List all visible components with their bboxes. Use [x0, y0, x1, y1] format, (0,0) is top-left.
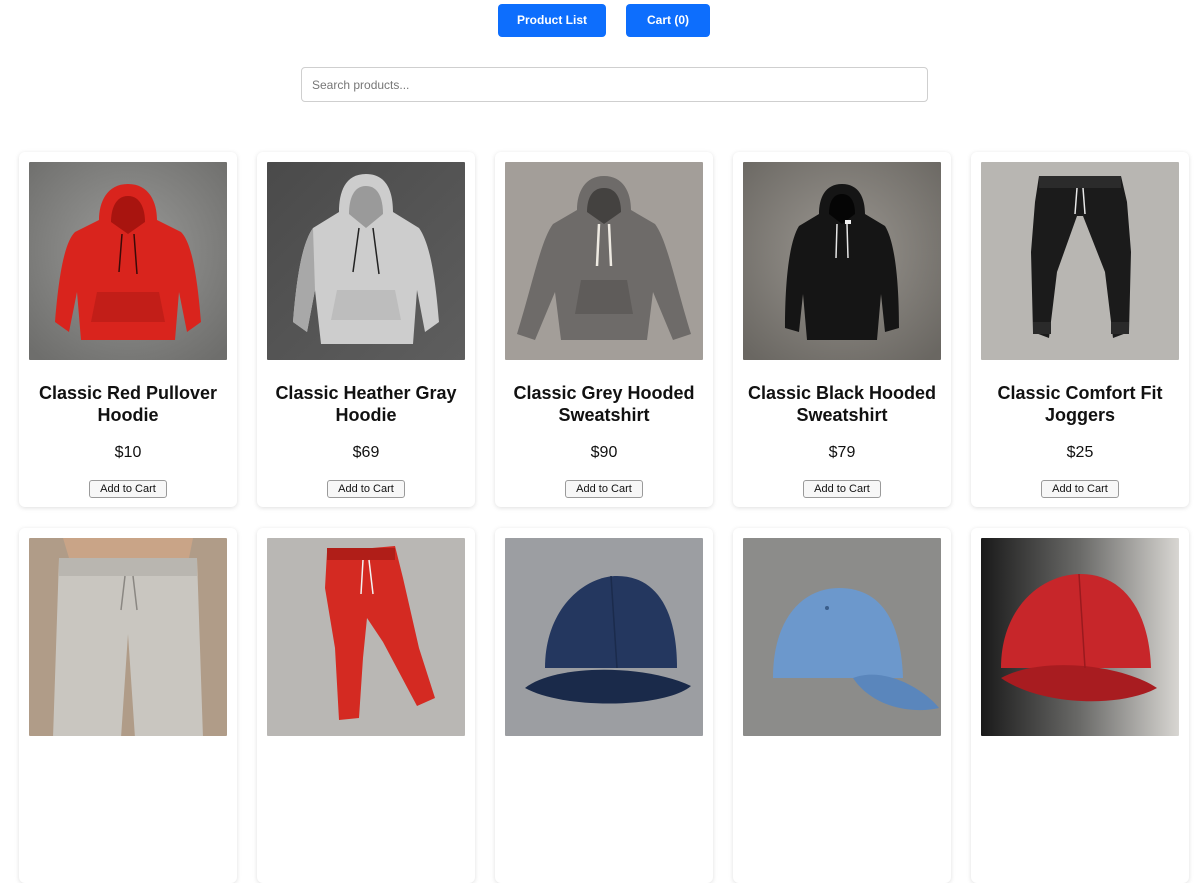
product-price: $90 — [590, 444, 618, 461]
product-price: $25 — [1066, 444, 1094, 461]
grey-sweatshirt-image[interactable] — [505, 162, 703, 360]
add-to-cart-button[interactable]: Add to Cart — [565, 480, 643, 498]
product-price: $10 — [114, 444, 142, 461]
navy-cap-image[interactable] — [505, 538, 703, 736]
search-input[interactable] — [301, 67, 928, 102]
product-card — [257, 528, 475, 883]
product-card: Classic Black Hooded Sweatshirt $79 Add … — [733, 152, 951, 507]
gray-sweatpants-image[interactable] — [29, 538, 227, 736]
product-price: $79 — [828, 444, 856, 461]
product-card: Classic Red Pullover Hoodie $10 Add to C… — [19, 152, 237, 507]
product-list-button[interactable]: Product List — [498, 4, 606, 37]
red-joggers-image[interactable] — [267, 538, 465, 736]
black-joggers-image[interactable] — [981, 162, 1179, 360]
product-card: Classic Grey Hooded Sweatshirt $90 Add t… — [495, 152, 713, 507]
light-blue-cap-image[interactable] — [743, 538, 941, 736]
black-sweatshirt-image[interactable] — [743, 162, 941, 360]
product-name: Classic Comfort Fit Joggers — [997, 383, 1163, 425]
add-to-cart-button[interactable]: Add to Cart — [89, 480, 167, 498]
red-cap-image[interactable] — [981, 538, 1179, 736]
product-name: Classic Black Hooded Sweatshirt — [747, 383, 937, 425]
product-name: Classic Heather Gray Hoodie — [275, 383, 457, 425]
product-card — [495, 528, 713, 883]
product-card — [733, 528, 951, 883]
product-card — [971, 528, 1189, 883]
red-hoodie-image[interactable] — [29, 162, 227, 360]
add-to-cart-button[interactable]: Add to Cart — [327, 480, 405, 498]
product-card: Classic Heather Gray Hoodie $69 Add to C… — [257, 152, 475, 507]
cart-button[interactable]: Cart (0) — [626, 4, 710, 37]
product-name: Classic Red Pullover Hoodie — [38, 383, 218, 425]
product-card: Classic Comfort Fit Joggers $25 Add to C… — [971, 152, 1189, 507]
add-to-cart-button[interactable]: Add to Cart — [803, 480, 881, 498]
top-nav: Product List Cart (0) — [0, 4, 1204, 37]
product-price: $69 — [352, 444, 380, 461]
product-card — [19, 528, 237, 883]
product-name: Classic Grey Hooded Sweatshirt — [513, 383, 695, 425]
add-to-cart-button[interactable]: Add to Cart — [1041, 480, 1119, 498]
gray-hoodie-image[interactable] — [267, 162, 465, 360]
